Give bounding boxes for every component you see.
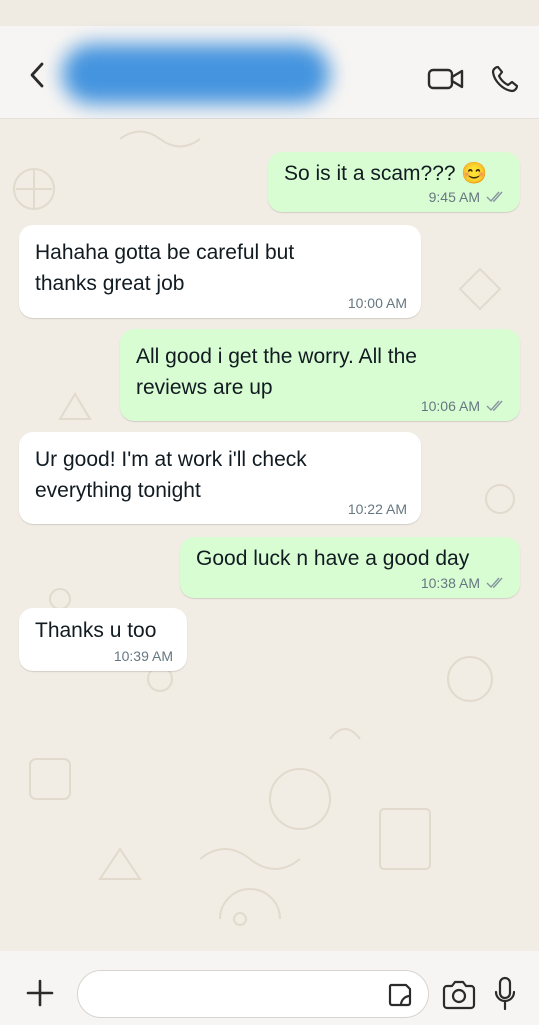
attach-button[interactable] (20, 973, 60, 1013)
video-call-icon (427, 68, 464, 90)
message-text: Good luck n have a good day (196, 547, 470, 570)
read-receipt-icon (486, 191, 503, 203)
voice-call-button[interactable] (485, 62, 525, 96)
message-bubble-outgoing[interactable]: All good i get the worry. All the review… (120, 329, 520, 421)
message-time: 10:38 AM (420, 575, 480, 591)
message-time: 9:45 AM (428, 189, 480, 205)
read-receipt-icon (486, 577, 503, 589)
video-call-button[interactable] (426, 62, 466, 96)
read-receipt-icon (486, 400, 503, 412)
message-bubble-outgoing[interactable]: Good luck n have a good day 10:38 AM (180, 537, 520, 598)
message-bubble-outgoing[interactable]: So is it a scam??? 😊 9:45 AM (268, 152, 520, 212)
message-text: So is it a scam??? 😊 (284, 162, 488, 185)
message-bubble-incoming[interactable]: Ur good! I'm at work i'll check everythi… (19, 432, 421, 524)
message-input[interactable] (96, 979, 380, 1011)
chat-area[interactable]: So is it a scam??? 😊 9:45 AM Hahaha gott… (0, 119, 539, 951)
back-button[interactable] (22, 60, 52, 90)
sticker-icon[interactable] (386, 981, 414, 1009)
chat-header (0, 26, 539, 119)
message-meta: 10:00 AM (348, 295, 407, 311)
composer-bar (0, 951, 539, 1025)
message-meta: 10:38 AM (421, 575, 506, 591)
back-chevron-icon (30, 62, 44, 88)
message-text: Hahaha gotta be careful but thanks great… (35, 241, 295, 295)
voice-call-icon (491, 65, 519, 93)
camera-icon (442, 980, 476, 1010)
message-bubble-incoming[interactable]: Hahaha gotta be careful but thanks great… (19, 225, 421, 318)
status-bar-area (0, 0, 539, 26)
message-time: 10:39 AM (113, 648, 173, 664)
message-meta: 10:39 AM (114, 648, 173, 664)
microphone-icon (494, 976, 516, 1011)
camera-button[interactable] (438, 977, 480, 1013)
message-time: 10:00 AM (347, 295, 407, 311)
voice-message-button[interactable] (488, 973, 522, 1015)
message-text: Thanks u too (35, 619, 157, 642)
message-input-container[interactable] (77, 970, 429, 1018)
message-meta: 10:06 AM (421, 398, 506, 414)
contact-name-redacted[interactable] (62, 44, 330, 104)
message-meta: 9:45 AM (429, 189, 506, 205)
message-time: 10:22 AM (347, 501, 407, 517)
message-text: Ur good! I'm at work i'll check everythi… (35, 448, 307, 502)
plus-icon (26, 979, 54, 1007)
message-meta: 10:22 AM (348, 501, 407, 517)
message-bubble-incoming[interactable]: Thanks u too 10:39 AM (19, 608, 187, 671)
message-text: All good i get the worry. All the review… (136, 345, 417, 399)
message-time: 10:06 AM (420, 398, 480, 414)
